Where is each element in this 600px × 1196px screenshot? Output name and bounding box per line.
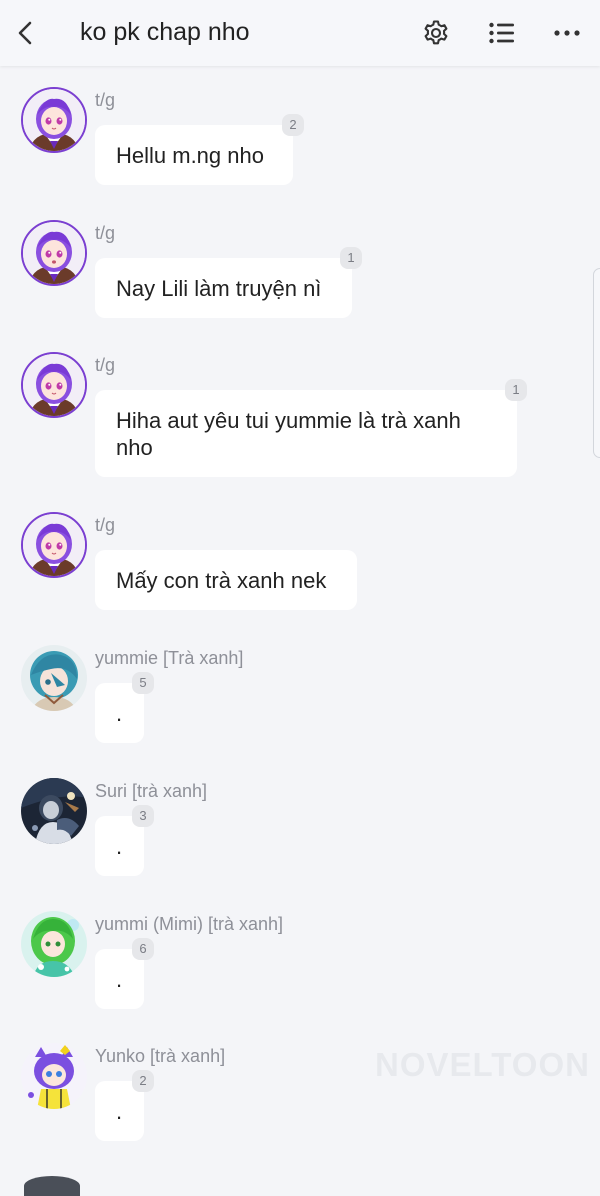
- reply-count-badge[interactable]: 6: [132, 938, 154, 960]
- reply-count-badge[interactable]: 3: [132, 805, 154, 827]
- avatar[interactable]: [24, 1176, 80, 1196]
- avatar[interactable]: [21, 220, 87, 286]
- reply-count-badge[interactable]: 1: [340, 247, 362, 269]
- scroll-handle[interactable]: [593, 268, 600, 458]
- more-button[interactable]: [549, 14, 585, 52]
- avatar[interactable]: [21, 645, 87, 711]
- gear-icon: [424, 20, 448, 45]
- sender-name: Yunko [trà xanh]: [95, 1046, 226, 1066]
- sender-name: t/g: [95, 355, 116, 375]
- list-icon: [489, 22, 514, 44]
- page-title: ko pk chap nho: [80, 18, 250, 46]
- message-text: Mấy con trà xanh nek: [116, 568, 327, 593]
- green-hair-girl-avatar: [21, 911, 87, 977]
- watermark-logo: NOVELTOON: [375, 1046, 590, 1083]
- avatar[interactable]: [21, 1043, 87, 1109]
- sender-name: Suri [trà xanh]: [95, 781, 208, 801]
- message-text: .: [116, 967, 123, 992]
- avatar[interactable]: [21, 778, 87, 844]
- dark-figure-avatar: [21, 778, 87, 844]
- reply-count-badge[interactable]: 2: [282, 114, 304, 136]
- more-horizontal-icon: [554, 30, 580, 36]
- blue-hair-girl-avatar: [21, 645, 87, 711]
- message-text: Nay Lili làm truyện nì: [116, 276, 322, 301]
- avatar[interactable]: [21, 512, 87, 578]
- message-bubble[interactable]: Hellu m.ng nho: [95, 125, 293, 185]
- message-bubble[interactable]: Mấy con trà xanh nek: [95, 550, 357, 610]
- reply-count-badge[interactable]: 5: [132, 672, 154, 694]
- sender-name: t/g: [95, 223, 116, 243]
- purple-cat-girl-avatar: [21, 1043, 87, 1109]
- list-button[interactable]: [484, 14, 520, 52]
- sender-name: yummi (Mimi) [trà xanh]: [95, 914, 284, 934]
- message-text: Hellu m.ng nho: [116, 143, 264, 168]
- message-bubble[interactable]: Hiha aut yêu tui yummie là trà xanh nho: [95, 390, 517, 477]
- top-bar: ko pk chap nho: [0, 0, 600, 66]
- message-text: Hiha aut yêu tui yummie là trà xanh nho: [116, 408, 461, 460]
- message-text: .: [116, 834, 123, 859]
- message-bubble[interactable]: Nay Lili làm truyện nì: [95, 258, 352, 318]
- message-text: .: [116, 1099, 123, 1124]
- chevron-left-icon: [18, 21, 32, 45]
- purple-hair-girl-avatar: [23, 514, 85, 576]
- sender-name: yummie [Trà xanh]: [95, 648, 244, 668]
- back-button[interactable]: [8, 13, 44, 53]
- purple-hair-girl-avatar: [23, 354, 85, 416]
- avatar[interactable]: [21, 87, 87, 153]
- purple-hair-girl-avatar: [23, 89, 85, 151]
- sender-name: t/g: [95, 90, 116, 110]
- message-text: .: [116, 701, 123, 726]
- purple-hair-girl-avatar: [23, 222, 85, 284]
- reply-count-badge[interactable]: 1: [505, 379, 527, 401]
- avatar[interactable]: [21, 911, 87, 977]
- reply-count-badge[interactable]: 2: [132, 1070, 154, 1092]
- settings-button[interactable]: [418, 14, 454, 52]
- sender-name: t/g: [95, 515, 116, 535]
- avatar[interactable]: [21, 352, 87, 418]
